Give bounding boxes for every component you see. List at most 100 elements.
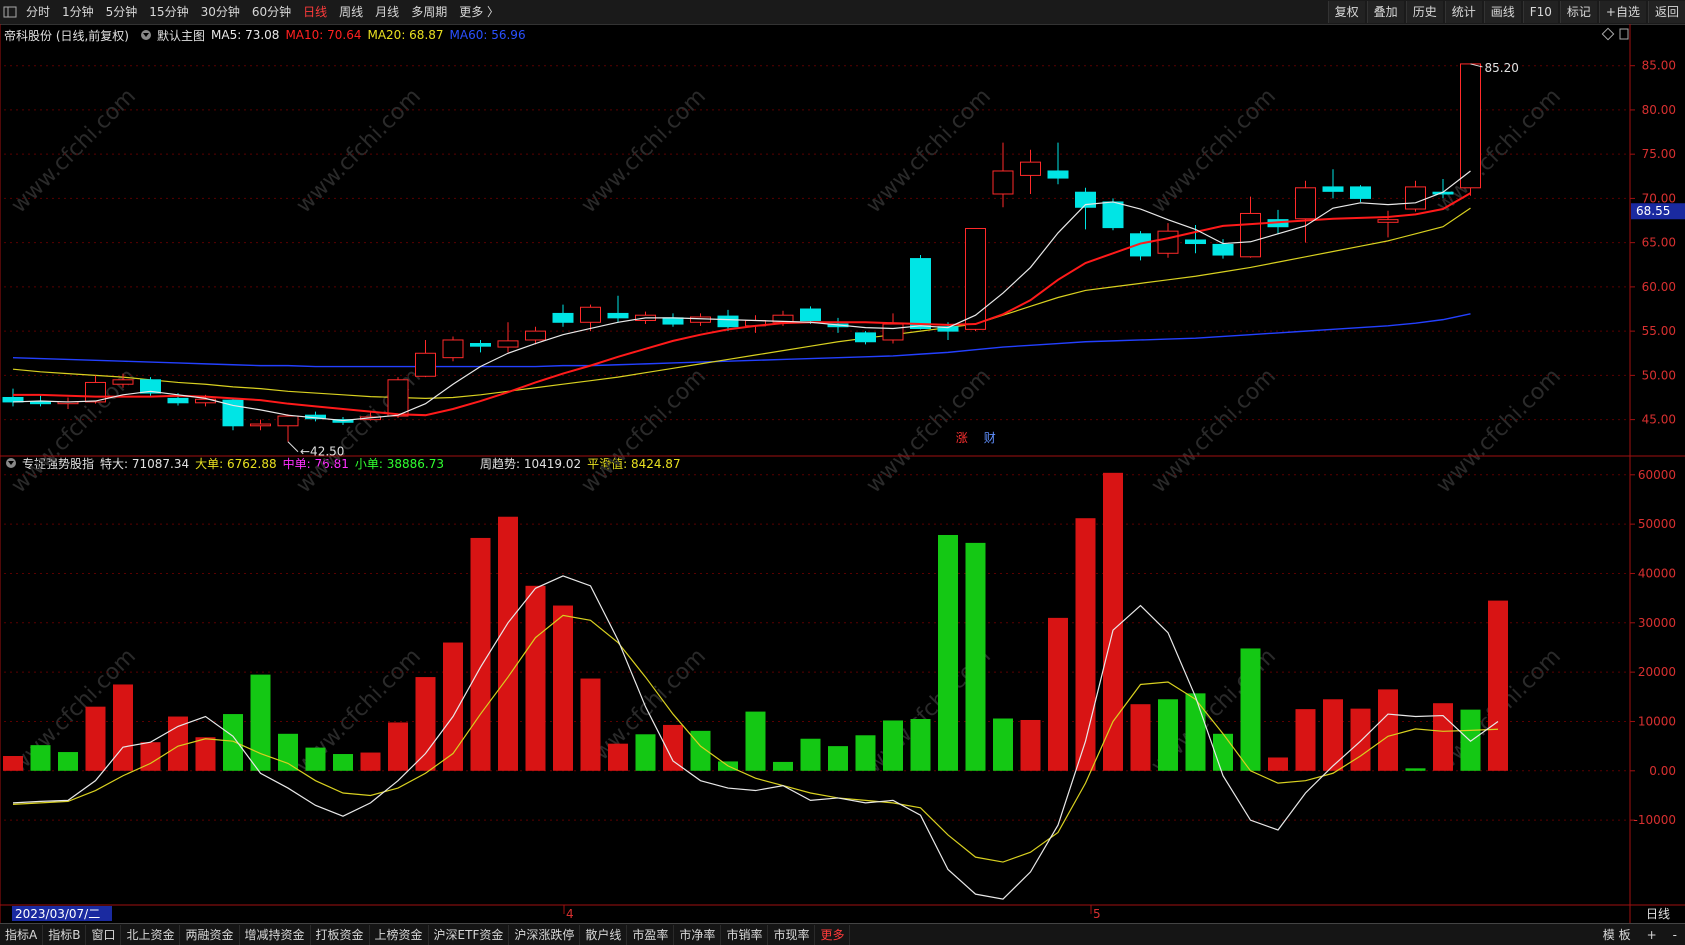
- indicator-bar: [1103, 472, 1123, 771]
- period-tab-8[interactable]: 月线: [369, 0, 405, 24]
- indicator-bar: [85, 706, 106, 771]
- sub-y-tick-label: 50000: [1638, 517, 1676, 531]
- period-tab-1[interactable]: 1分钟: [56, 0, 100, 24]
- bottom-tab-13[interactable]: 市销率: [721, 924, 769, 945]
- main-y-tick-label: 45.00: [1642, 413, 1676, 427]
- indicator-bar: [1488, 600, 1508, 771]
- toolbar-right-buttons: 复权 叠加 历史 统计 画线 F10 标记 +自选 返回: [1326, 0, 1685, 24]
- period-tab-9[interactable]: 多周期: [405, 0, 453, 24]
- bottom-tab-5[interactable]: 增减持资金: [240, 924, 311, 945]
- candle-body: [1020, 161, 1041, 176]
- bottom-tab-6[interactable]: 打板资金: [311, 924, 370, 945]
- period-tab-0[interactable]: 分时: [20, 0, 56, 24]
- indicator-bar: [58, 752, 78, 771]
- toolbar-button-0[interactable]: 复权: [1327, 1, 1365, 23]
- month-label: 4: [566, 907, 574, 921]
- fullscreen-icon[interactable]: [2, 4, 18, 20]
- indicator-bar: [278, 733, 298, 771]
- main-y-tick-label: 55.00: [1642, 324, 1676, 338]
- candle-body: [580, 306, 601, 323]
- indicator-bar: [1130, 704, 1151, 771]
- bottom-right-control-2[interactable]: -: [1665, 928, 1685, 942]
- candle-body: [690, 316, 711, 323]
- toolbar-button-1[interactable]: 叠加: [1366, 1, 1404, 23]
- bottom-tab-2[interactable]: 窗口: [86, 924, 122, 945]
- bottom-tab-0[interactable]: 指标A: [0, 924, 44, 945]
- bottom-tab-3[interactable]: 北上资金: [121, 924, 181, 945]
- indicator-bar: [635, 734, 656, 771]
- chart-area[interactable]: www.cfchi.com www.cfchi.com www.cfchi.com w…: [0, 24, 1685, 923]
- watermark-text: www.cfchi.com: [577, 364, 711, 498]
- bottom-tab-9[interactable]: 沪深涨跌停: [509, 924, 581, 945]
- toolbar: 分时 1分钟 5分钟 15分钟 30分钟 60分钟 日线 周线 月线 多周期 更多 〉 复权 叠加 历史…: [0, 0, 1685, 25]
- period-tab-5[interactable]: 60分钟: [246, 0, 297, 24]
- indicator-bar: [883, 720, 903, 771]
- candle-body: [992, 170, 1014, 195]
- candle-body: [882, 323, 904, 341]
- candle-body: [497, 340, 519, 348]
- indicator-bar: [580, 678, 601, 771]
- sub-y-tick-label: 20000: [1638, 665, 1676, 679]
- indicator-bar: [800, 738, 821, 771]
- period-tab-7[interactable]: 周线: [333, 0, 369, 24]
- indicator-bar: [1158, 699, 1178, 771]
- bottom-tab-12[interactable]: 市净率: [674, 924, 722, 945]
- main-y-tick-label: 75.00: [1642, 147, 1676, 161]
- ma60-line: [12, 313, 1471, 368]
- indicator-bar: [773, 761, 793, 771]
- bottom-tab-11[interactable]: 市盈率: [627, 924, 675, 945]
- candle-body: [1047, 170, 1069, 179]
- period-tab-6[interactable]: 日线: [297, 0, 333, 24]
- candle-body: [1322, 186, 1344, 192]
- candle-body: [1130, 233, 1151, 257]
- bottom-right-control-0[interactable]: 模 板: [1595, 926, 1639, 943]
- candle-body: [1405, 186, 1426, 210]
- indicator-bar: [3, 756, 23, 771]
- bottom-tab-15[interactable]: 更多: [815, 924, 851, 945]
- toolbar-button-5[interactable]: F10: [1522, 1, 1558, 23]
- candle-body: [1240, 212, 1261, 258]
- bottom-tab-10[interactable]: 散户线: [580, 924, 628, 945]
- current-price-label: 68.55: [1636, 204, 1670, 218]
- candle-body: [250, 423, 271, 427]
- zhang-marker: 涨: [956, 430, 968, 445]
- period-tab-4[interactable]: 30分钟: [195, 0, 246, 24]
- toolbar-button-4[interactable]: 画线: [1483, 1, 1521, 23]
- watermark-text: www.cfchi.com: [7, 84, 141, 218]
- bottom-tab-1[interactable]: 指标B: [43, 924, 87, 945]
- indicator-bar: [1433, 703, 1453, 771]
- date-label: 2023/03/07/二: [15, 907, 100, 921]
- indicator-bar: [1268, 757, 1288, 771]
- candle-body: [607, 312, 629, 319]
- main-y-tick-label: 80.00: [1642, 103, 1676, 117]
- watermark-text: www.cfchi.com: [577, 84, 711, 218]
- period-tab-3[interactable]: 15分钟: [143, 0, 194, 24]
- sub-y-tick-label: -10000: [1633, 813, 1676, 827]
- bottom-right-control-1[interactable]: +: [1639, 928, 1665, 942]
- toolbar-button-8[interactable]: 返回: [1647, 1, 1685, 23]
- toolbar-button-6[interactable]: 标记: [1559, 1, 1597, 23]
- bottom-tab-8[interactable]: 沪深ETF资金: [429, 924, 510, 945]
- candle-body: [30, 401, 51, 405]
- toolbar-button-7[interactable]: +自选: [1598, 1, 1646, 23]
- low-arrow: [287, 441, 299, 453]
- toolbar-button-3[interactable]: 统计: [1444, 1, 1482, 23]
- main-y-tick-label: 65.00: [1642, 236, 1676, 250]
- period-tab-10[interactable]: 更多 〉: [453, 0, 505, 24]
- bottom-tab-4[interactable]: 两融资金: [180, 924, 240, 945]
- indicator-bar: [1213, 733, 1233, 771]
- sub-y-tick-label: 40000: [1638, 566, 1676, 580]
- candle-body: [525, 330, 546, 341]
- bottom-tab-7[interactable]: 上榜资金: [370, 924, 429, 945]
- indicator-bar: [498, 516, 518, 771]
- toolbar-button-2[interactable]: 历史: [1405, 1, 1443, 23]
- bottom-tab-14[interactable]: 市现率: [768, 924, 816, 945]
- cai-marker: 财: [984, 431, 996, 445]
- candle-body: [965, 227, 986, 330]
- indicator-bar: [1405, 768, 1426, 771]
- panel-toggle-icon: [1619, 28, 1629, 40]
- indicator-bar: [1075, 518, 1096, 771]
- candle-body: [1102, 201, 1124, 229]
- candle-body: [470, 343, 491, 347]
- period-tab-2[interactable]: 5分钟: [100, 0, 144, 24]
